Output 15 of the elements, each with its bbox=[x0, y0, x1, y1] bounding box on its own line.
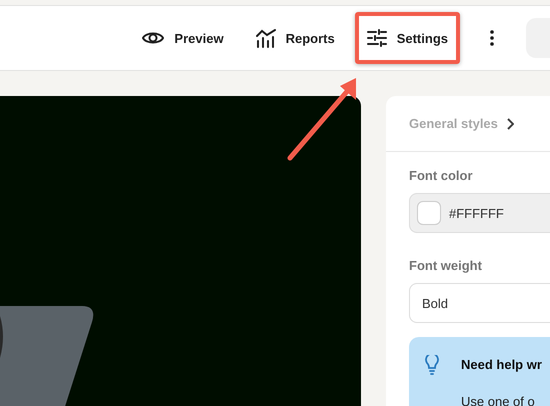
field-label: Font weight bbox=[409, 258, 483, 273]
more-icon bbox=[490, 30, 494, 46]
color-field[interactable]: #FFFFFF bbox=[409, 193, 550, 233]
help-title: Need help wr bbox=[461, 357, 543, 372]
color-swatch[interactable] bbox=[417, 201, 441, 225]
chart-icon bbox=[256, 28, 276, 48]
sliders-icon bbox=[366, 29, 387, 47]
toolbar-button[interactable]: Reports bbox=[244, 12, 347, 64]
lightbulb-icon bbox=[425, 354, 439, 375]
toolbar-button[interactable]: Settings bbox=[354, 12, 460, 64]
chevron-icon bbox=[506, 118, 514, 130]
eye-icon bbox=[142, 30, 164, 46]
toolbar-button[interactable]: Preview bbox=[130, 12, 236, 64]
field-label: Font color bbox=[409, 168, 474, 183]
select-field[interactable]: Bold bbox=[409, 283, 550, 323]
